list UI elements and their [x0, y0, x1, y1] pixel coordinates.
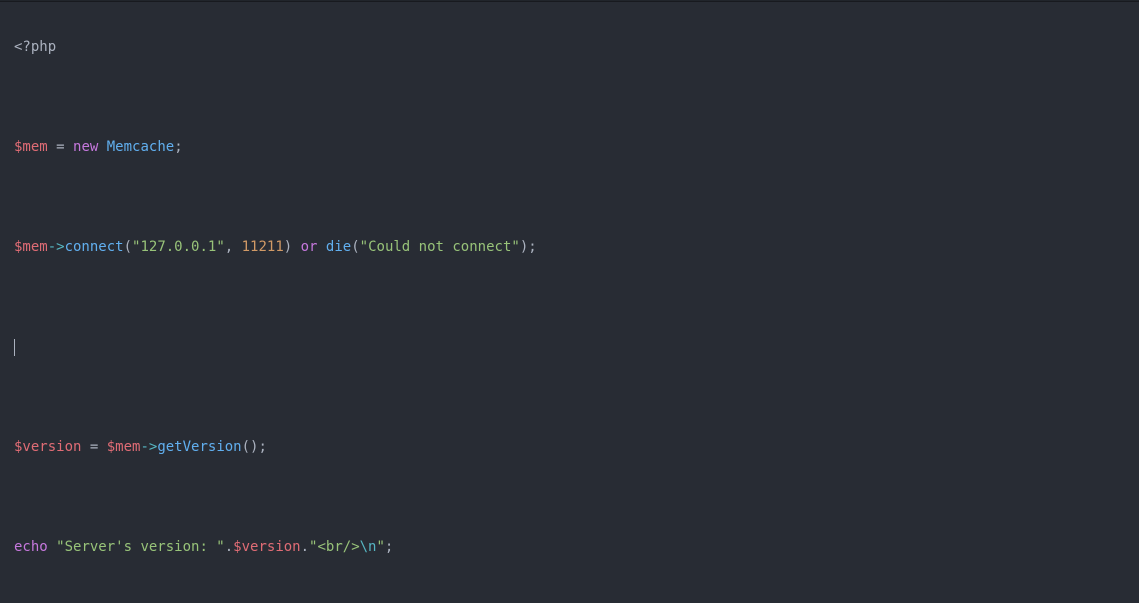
code-line: [14, 335, 1139, 360]
paren: );: [520, 239, 537, 255]
paren: ();: [242, 439, 267, 455]
code-line: $mem->connect("127.0.0.1", 11211) or die…: [14, 235, 1139, 260]
operator: =: [48, 139, 73, 155]
function-call: connect: [65, 239, 124, 255]
function-call: getVersion: [157, 439, 241, 455]
code-line: [14, 585, 1139, 603]
code-line: $version = $mem->getVersion();: [14, 435, 1139, 460]
code-line: <?php: [14, 35, 1139, 60]
paren: (: [124, 239, 132, 255]
code-line: [14, 85, 1139, 110]
comma: ,: [225, 239, 242, 255]
string: "<br/>: [309, 539, 360, 555]
keyword-or: or: [301, 239, 318, 255]
code-line: [14, 285, 1139, 310]
code-line: [14, 485, 1139, 510]
string: ": [376, 539, 384, 555]
code-line: [14, 185, 1139, 210]
variable: $version: [14, 439, 81, 455]
php-open-tag: <?php: [14, 39, 56, 55]
code-line: echo "Server's version: ".$version."<br/…: [14, 535, 1139, 560]
variable: $mem: [14, 139, 48, 155]
code-line: [14, 385, 1139, 410]
variable: $mem: [14, 239, 48, 255]
arrow-op: ->: [48, 239, 65, 255]
code-editor[interactable]: <?php $mem = new Memcache; $mem->connect…: [0, 2, 1139, 603]
space: [317, 239, 325, 255]
variable: $version: [233, 539, 300, 555]
keyword-new: new: [73, 139, 98, 155]
text-cursor: [14, 339, 15, 356]
paren: ): [284, 239, 301, 255]
space: [98, 139, 106, 155]
string: "127.0.0.1": [132, 239, 225, 255]
semicolon: ;: [385, 539, 393, 555]
code-line: $mem = new Memcache;: [14, 135, 1139, 160]
string: "Could not connect": [360, 239, 520, 255]
keyword-echo: echo: [14, 539, 48, 555]
space: [48, 539, 56, 555]
variable: $mem: [107, 439, 141, 455]
semicolon: ;: [174, 139, 182, 155]
paren: (: [351, 239, 359, 255]
arrow-op: ->: [140, 439, 157, 455]
concat: .: [225, 539, 233, 555]
string: "Server's version: ": [56, 539, 225, 555]
escape-seq: \n: [360, 539, 377, 555]
concat: .: [301, 539, 309, 555]
function-call: die: [326, 239, 351, 255]
operator: =: [81, 439, 106, 455]
number: 11211: [242, 239, 284, 255]
class-name: Memcache: [107, 139, 174, 155]
